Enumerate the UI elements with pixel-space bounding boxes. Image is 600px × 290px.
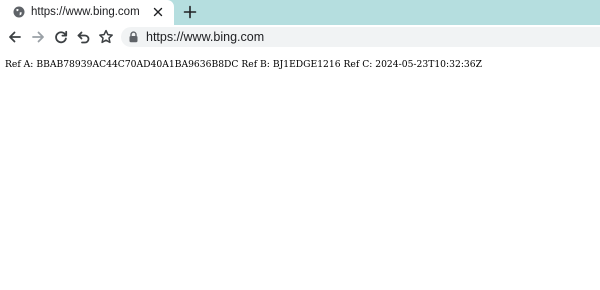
page-content: Ref A: BBAB78939AC44C70AD40A1BA9636B8DC …	[0, 49, 600, 290]
undo-button[interactable]	[74, 28, 92, 46]
forward-button[interactable]	[29, 28, 47, 46]
browser-window: https://www.bing.com https://www.bing.co…	[0, 0, 600, 290]
error-reference-text: Ref A: BBAB78939AC44C70AD40A1BA9636B8DC …	[5, 59, 482, 70]
undo-icon	[77, 31, 90, 44]
lock-icon[interactable]	[128, 31, 139, 43]
tab-strip: https://www.bing.com	[0, 0, 600, 25]
globe-icon	[13, 6, 25, 18]
arrow-left-icon	[9, 31, 21, 43]
back-button[interactable]	[6, 28, 24, 46]
close-icon[interactable]	[152, 6, 164, 18]
tab-bing[interactable]: https://www.bing.com	[0, 0, 174, 25]
address-bar[interactable]: https://www.bing.com	[121, 27, 600, 47]
bookmark-button[interactable]	[97, 28, 115, 46]
reload-icon	[55, 30, 68, 44]
browser-toolbar: https://www.bing.com	[0, 25, 600, 49]
star-icon	[99, 29, 113, 44]
url-text[interactable]: https://www.bing.com	[146, 30, 264, 44]
reload-button[interactable]	[52, 28, 70, 46]
arrow-right-icon	[32, 31, 44, 43]
new-tab-plus-icon[interactable]	[183, 5, 197, 19]
tab-title: https://www.bing.com	[31, 6, 140, 18]
